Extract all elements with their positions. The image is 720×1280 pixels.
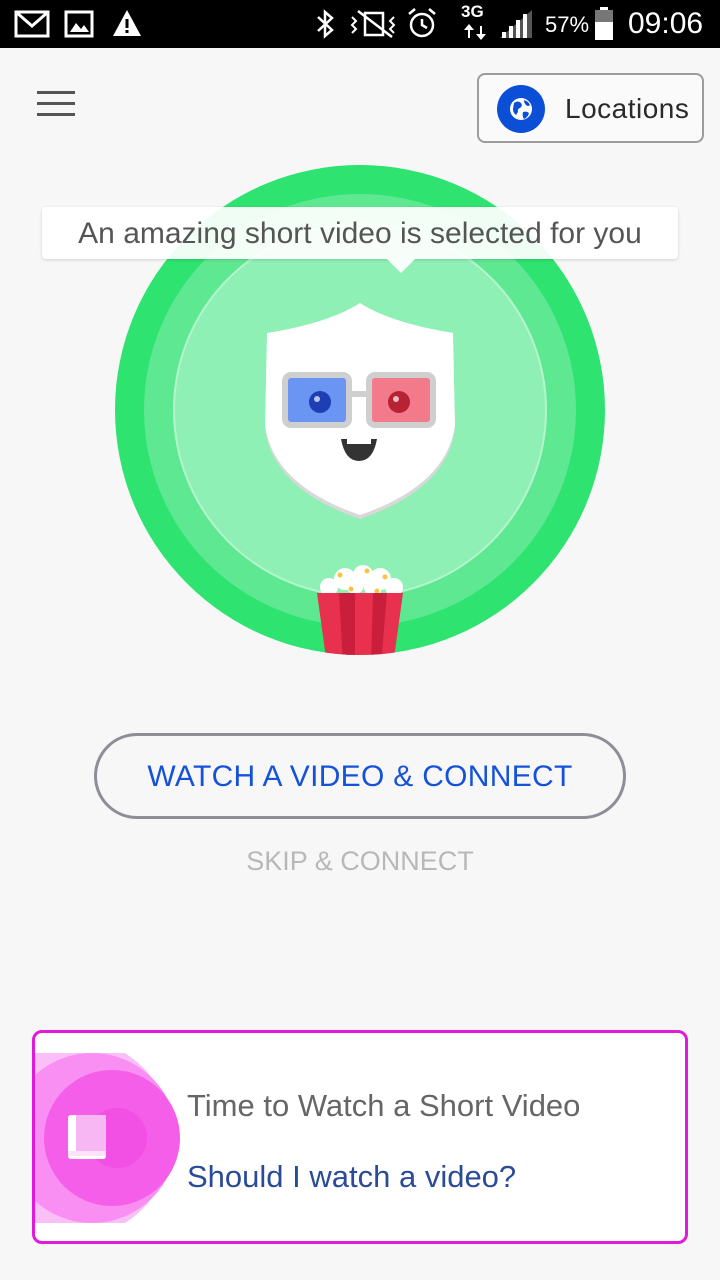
image-icon: [64, 10, 94, 38]
status-bar: 3G 57% 09:06: [0, 0, 720, 48]
watch-button-label: WATCH A VIDEO & CONNECT: [147, 760, 573, 793]
data-arrows-icon: [464, 24, 486, 40]
locations-label: Locations: [565, 93, 690, 124]
vibrate-icon: [350, 10, 396, 38]
warning-icon: [113, 10, 141, 36]
popcorn-icon: [317, 565, 403, 655]
should-i-watch-link[interactable]: Should I watch a video?: [187, 1159, 516, 1195]
battery-percent: 57%: [545, 12, 590, 37]
tooltip-text: An amazing short video is selected for y…: [78, 217, 642, 250]
clock: 09:06: [628, 7, 704, 40]
short-video-card[interactable]: Time to Watch a Short Video Should I wat…: [32, 1030, 688, 1244]
mail-icon: [14, 10, 50, 38]
globe-icon: [497, 85, 545, 133]
network-type: 3G: [461, 2, 484, 21]
alarm-icon: [408, 8, 436, 38]
book-icon: [68, 1115, 106, 1159]
menu-button[interactable]: [30, 84, 82, 124]
watch-video-connect-button[interactable]: WATCH A VIDEO & CONNECT: [94, 733, 626, 819]
card-title: Time to Watch a Short Video: [187, 1088, 581, 1123]
card-decoration: [35, 1053, 180, 1223]
video-tooltip: An amazing short video is selected for y…: [42, 207, 678, 273]
locations-button[interactable]: Locations: [477, 73, 704, 143]
battery-icon: [595, 7, 613, 40]
bluetooth-icon: [317, 9, 334, 39]
tooltip-arrow: [387, 259, 415, 273]
skip-connect-button[interactable]: SKIP & CONNECT: [0, 846, 720, 877]
signal-icon: [500, 10, 532, 38]
